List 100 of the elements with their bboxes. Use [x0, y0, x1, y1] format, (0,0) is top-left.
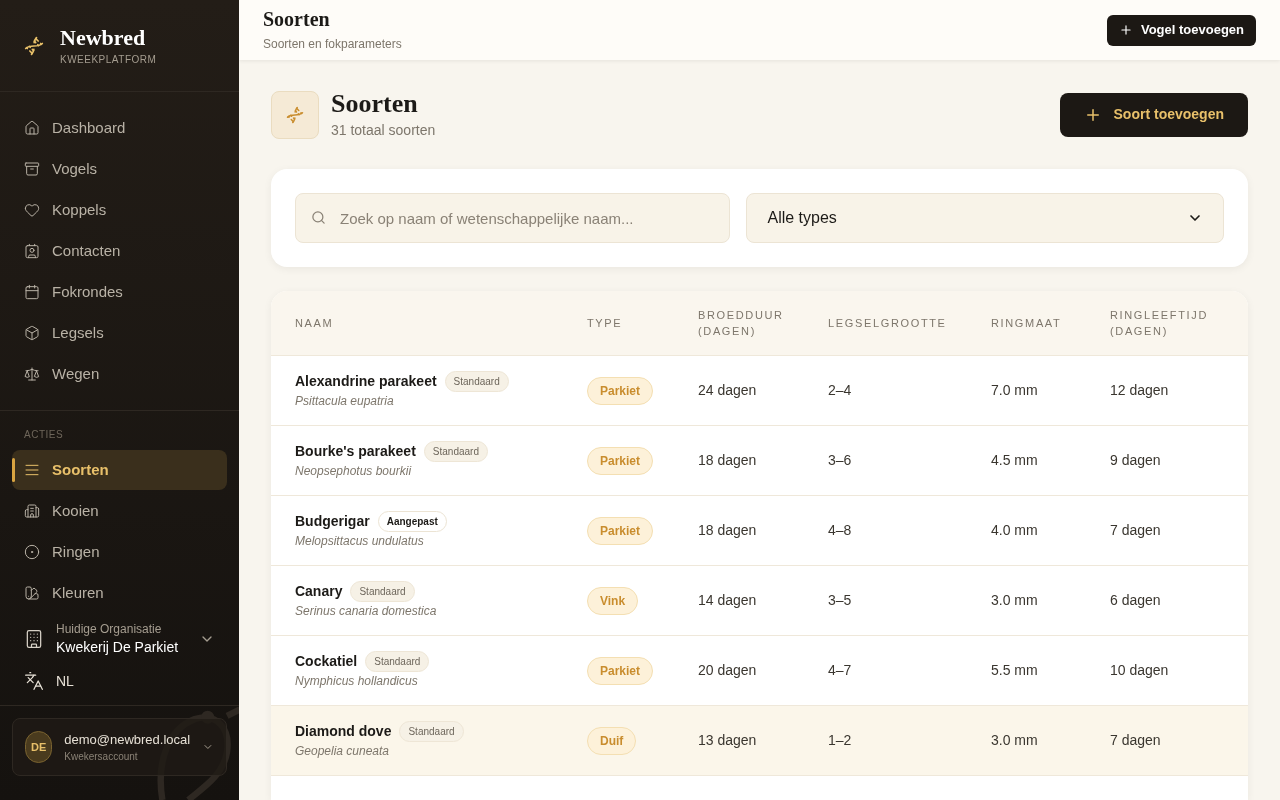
tray-icon [24, 161, 40, 177]
person-icon [24, 243, 40, 259]
table-row[interactable]: Bourke's parakeet Standaard Neopsephotus bourkii Parkiet 18 dagen 3–6 4.5 mm 9 dagen [270, 426, 1248, 496]
brand-tagline: KWEEKPLATFORM [60, 53, 157, 67]
table-cell-text: 18 dagen [697, 451, 758, 470]
table-cell-text: 1–2 [827, 731, 853, 750]
table-cell-text: 10 dagen [1109, 661, 1170, 680]
header-subtitle: Soorten en fokparameters [262, 36, 402, 53]
table-row[interactable]: Cockatiel Standaard Nymphicus hollandicus Parkiet 20 dagen 4–7 5.5 mm 10 dagen [270, 636, 1248, 706]
table-row[interactable]: Canary Standaard Serinus canaria domestica Vink 14 dagen 3–5 3.0 mm 6 dagen [270, 566, 1248, 636]
add-species-button[interactable]: Soort toevoegen [1059, 92, 1248, 137]
scientific-name: Geopelia cuneata [294, 743, 391, 760]
table-cell-text: 5.5 mm [990, 661, 1039, 680]
user-menu[interactable]: DE demo@newbred.local Kwekersaccount [12, 718, 227, 776]
nav-item[interactable]: Vogels [12, 149, 227, 189]
scientific-name: Melopsittacus undulatus [294, 533, 425, 550]
user-avatar: DE [25, 731, 53, 763]
table-cell-text: 7.0 mm [990, 381, 1039, 400]
species-tag: Aangepast [377, 511, 447, 532]
brand-name: Newbred [60, 24, 147, 52]
type-tag: Duif [586, 726, 637, 755]
species-tag: Standaard [399, 721, 464, 742]
section-title: ACTIES [23, 428, 65, 442]
species-count: 31 totaal soorten [330, 121, 436, 140]
building-icon [24, 629, 44, 649]
translate-icon [24, 671, 44, 691]
table-cell-text: 13 dagen [697, 731, 758, 750]
language-selector[interactable]: NL [12, 661, 227, 701]
type-tag: Parkiet [586, 376, 653, 405]
nav-item[interactable]: Koppels [12, 190, 227, 230]
nav-item[interactable]: Fokrondes [12, 272, 227, 312]
header-title: Soorten [262, 7, 331, 31]
page-title: Soorten [330, 88, 419, 120]
column-header: RINGLEEFTIJD (DAGEN) [1109, 308, 1209, 339]
column-header: NAAM [294, 316, 335, 331]
search-icon [310, 210, 326, 225]
calendar-icon [24, 284, 40, 300]
species-tag: Standaard [423, 441, 488, 462]
nav-item[interactable]: Soorten [12, 450, 227, 490]
type-tag: Parkiet [586, 516, 653, 545]
species-tag: Standaard [444, 371, 509, 392]
ring-icon [24, 544, 40, 560]
nav-item[interactable]: Kooien [12, 491, 227, 531]
species-name: Budgerigar [294, 512, 370, 531]
swatch-icon [24, 585, 40, 601]
home-icon [24, 120, 40, 136]
organization-label: Huidige Organisatie [56, 620, 163, 637]
table-cell-text: 12 dagen [1109, 381, 1170, 400]
table-cell-text: 4–7 [827, 661, 853, 680]
scientific-name: Nymphicus hollandicus [294, 673, 419, 690]
type-select[interactable]: Alle types [746, 193, 1224, 243]
table-cell-text: 20 dagen [697, 661, 758, 680]
table-cell-text: 3.0 mm [990, 731, 1039, 750]
table-cell-text: 9 dagen [1109, 451, 1162, 470]
user-email: demo@newbred.local [64, 730, 191, 749]
column-header: LEGSELGROOTTE [827, 316, 948, 331]
table-cell-text: 3.0 mm [990, 591, 1039, 610]
nav-item[interactable]: Kleuren [12, 573, 227, 613]
plus-icon [1118, 23, 1133, 37]
nav-item[interactable]: Wegen [12, 354, 227, 394]
nav-item[interactable]: Ringen [12, 532, 227, 572]
table-cell-text: 3–6 [827, 451, 853, 470]
cube-icon [24, 325, 40, 341]
column-header: TYPE [586, 316, 624, 331]
table-row[interactable]: Budgerigar Aangepast Melopsittacus undulatus Parkiet 18 dagen 4–8 4.0 mm 7 dagen [270, 496, 1248, 566]
column-header: RINGMAAT [990, 316, 1063, 331]
user-role: Kwekersaccount [64, 750, 139, 765]
table-cell-text: 3–5 [827, 591, 853, 610]
lines-icon [24, 462, 40, 478]
search-field[interactable]: Zoek op naam of wetenschappelijke naam... [294, 193, 731, 243]
table-cell-text: 24 dagen [697, 381, 758, 400]
type-tag: Parkiet [586, 656, 653, 685]
building-icon [24, 503, 40, 519]
heart-icon [24, 202, 40, 218]
logo-icon [24, 35, 44, 56]
scientific-name: Neopsephotus bourkii [294, 463, 413, 480]
species-name: Canary [294, 582, 343, 601]
species-tag: Standaard [350, 581, 415, 602]
table-cell-text: 7 dagen [1109, 731, 1162, 750]
nav-item[interactable]: Legsels [12, 313, 227, 353]
table-cell-text: 4.0 mm [990, 521, 1039, 540]
table-cell-text: 7 dagen [1109, 521, 1162, 540]
table-cell-text: 6 dagen [1109, 591, 1162, 610]
organization-selector[interactable]: Huidige Organisatie Kwekerij De Parkiet [0, 617, 239, 661]
nav-item[interactable]: Dashboard [12, 108, 227, 148]
add-bird-button[interactable]: Vogel toevoegen [1106, 14, 1256, 46]
type-tag: Vink [586, 586, 639, 615]
dna-icon [285, 105, 304, 124]
table-cell-text: 4.5 mm [990, 451, 1039, 470]
species-tag: Standaard [365, 651, 430, 672]
table-row[interactable]: Diamond dove Standaard Geopelia cuneata Duif 13 dagen 1–2 3.0 mm 7 dagen [270, 706, 1248, 776]
nav-item[interactable]: Contacten [12, 231, 227, 271]
column-header: BROEDDUUR (DAGEN) [697, 308, 785, 339]
table-cell-text: 18 dagen [697, 521, 758, 540]
organization-name: Kwekerij De Parkiet [56, 637, 180, 657]
table-cell-text: 2–4 [827, 381, 853, 400]
scientific-name: Psittacula eupatria [294, 393, 395, 410]
table-cell-text: 14 dagen [697, 591, 758, 610]
table-row[interactable]: Alexandrine parakeet Standaard Psittacula eupatria Parkiet 24 dagen 2–4 7.0 mm 12 dagen [270, 356, 1248, 426]
type-tag: Parkiet [586, 446, 653, 475]
